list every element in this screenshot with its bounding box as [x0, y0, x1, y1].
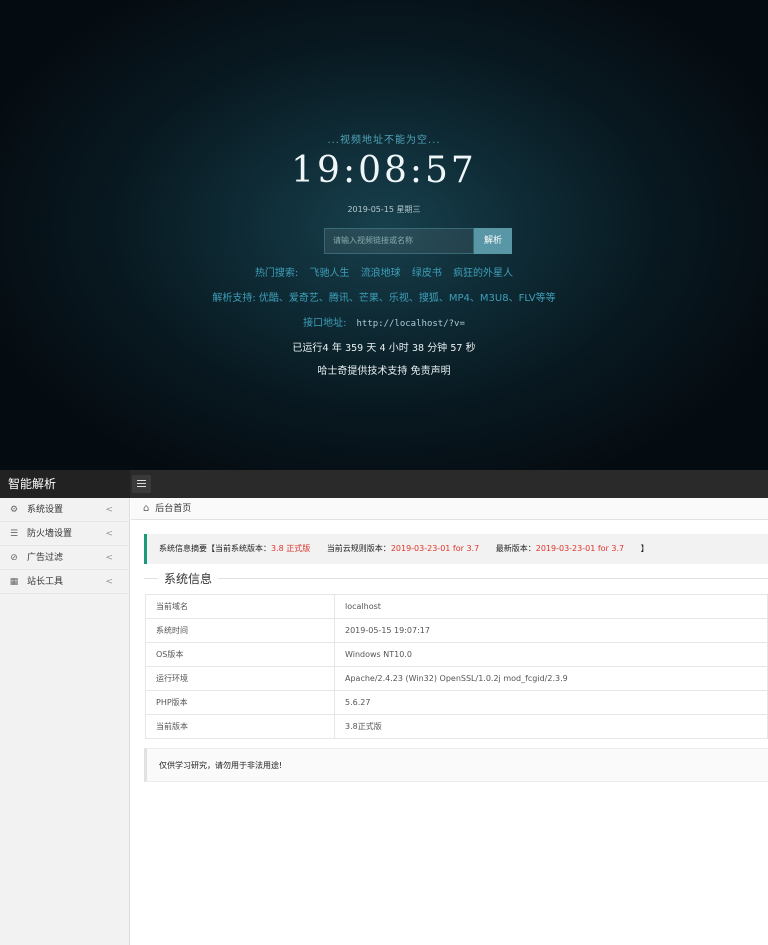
sidebar-item-label: 防火墙设置 — [27, 529, 73, 539]
row-value: Apache/2.4.23 (Win32) OpenSSL/1.0.2j mod… — [334, 666, 768, 691]
parse-hero-panel: ...视频地址不能为空... 19:08:57 2019-05-15 星期三 请… — [0, 0, 768, 470]
filter-icon: ⊘ — [10, 553, 18, 563]
admin-sidebar: ⚙ 系统设置 < ☰ 防火墙设置 < ⊘ 广告过滤 < ▦ 站长工具 < — [0, 498, 130, 945]
home-icon[interactable]: ⌂ — [143, 503, 149, 514]
runtime-seconds: 57 — [450, 343, 463, 354]
credit-line[interactable]: 哈士奇提供技术支持 免责声明 — [0, 362, 768, 377]
runtime-counter: 已运行4 年 359 天 4 小时 38 分钟 57 秒 — [0, 339, 768, 354]
supported-sources: 解析支持: 优酷、爱奇艺、腾讯、芒果、乐视、搜狐、MP4、M3U8、FLV等等 — [212, 293, 556, 304]
admin-topbar: 智能解析 — [0, 470, 768, 498]
chevron-left-icon: < — [105, 577, 113, 587]
sidebar-item-label: 系统设置 — [27, 505, 64, 515]
sidebar-item-webmaster-tools[interactable]: ▦ 站长工具 < — [0, 570, 129, 594]
latest-version-label: 最新版本： — [495, 544, 536, 553]
hot-search-link[interactable]: 绿皮书 — [412, 268, 442, 279]
sidebar-item-ad-filter[interactable]: ⊘ 广告过滤 < — [0, 546, 129, 570]
notice-close-bracket: 】 — [640, 544, 649, 553]
row-value: 3.8正式版 — [334, 714, 768, 739]
row-value: localhost — [334, 594, 768, 619]
grid-icon: ▦ — [9, 577, 19, 587]
notice-title: 系统信息摘要【当前系统版本： — [159, 544, 271, 553]
sidebar-item-label: 广告过滤 — [27, 553, 64, 563]
runtime-hours: 4 — [379, 343, 386, 354]
runtime-minutes: 38 — [411, 343, 424, 354]
hot-search-link[interactable]: 疯狂的外星人 — [453, 268, 513, 279]
sidebar-item-system-settings[interactable]: ⚙ 系统设置 < — [0, 498, 129, 522]
sidebar-item-firewall[interactable]: ☰ 防火墙设置 < — [0, 522, 129, 546]
search-bar: 请输入视频链接或名称 解析 — [324, 228, 512, 254]
latest-version: 2019-03-23-01 for 3.7 — [535, 544, 625, 553]
chevron-left-icon: < — [105, 529, 113, 539]
admin-brand[interactable]: 智能解析 — [0, 470, 130, 498]
breadcrumb-home[interactable]: 后台首页 — [155, 504, 191, 514]
menu-toggle-icon[interactable] — [132, 475, 151, 493]
chevron-left-icon: < — [105, 505, 113, 515]
api-address-row: 接口地址: http://localhost/?v= — [0, 314, 768, 329]
table-row: 运行环境 Apache/2.4.23 (Win32) OpenSSL/1.0.2j… — [145, 666, 768, 691]
table-row: 系统时间 2019-05-15 19:07:17 — [145, 618, 768, 643]
system-summary-notice: 系统信息摘要【当前系统版本：3.8 正式版 当前云规则版本：2019-03-23… — [144, 534, 768, 564]
row-value: 5.6.27 — [334, 690, 768, 715]
runtime-minutes-unit: 分钟 — [427, 343, 448, 354]
row-key: 当前版本 — [145, 714, 335, 739]
gear-icon: ⚙ — [9, 505, 19, 515]
list-icon: ☰ — [9, 529, 19, 539]
row-key: 当前域名 — [145, 594, 335, 619]
disclaimer-note: 仅供学习研究，请勿用于非法用途! — [144, 748, 768, 782]
runtime-seconds-unit: 秒 — [465, 343, 476, 354]
rule-version: 2019-03-23-01 for 3.7 — [390, 544, 480, 553]
row-key: OS版本 — [145, 642, 335, 667]
sidebar-item-label: 站长工具 — [27, 577, 64, 587]
hot-search-link[interactable]: 流浪地球 — [361, 268, 401, 279]
row-value: Windows NT10.0 — [334, 642, 768, 667]
video-url-input[interactable]: 请输入视频链接或名称 — [324, 228, 474, 254]
admin-main: ⌂ 后台首页 系统信息摘要【当前系统版本：3.8 正式版 当前云规则版本：201… — [131, 498, 768, 945]
runtime-hours-unit: 小时 — [388, 343, 409, 354]
runtime-days: 359 — [345, 343, 364, 354]
table-row: PHP版本 5.6.27 — [145, 690, 768, 715]
row-value: 2019-05-15 19:07:17 — [334, 618, 768, 643]
api-url[interactable]: http://localhost/?v= — [357, 319, 465, 329]
table-row: 当前域名 localhost — [145, 594, 768, 619]
chevron-left-icon: < — [105, 553, 113, 563]
digital-clock: 19:08:57 — [291, 150, 477, 191]
runtime-prefix: 已运行4 年 — [292, 343, 342, 354]
hot-search-label: 热门搜索: — [254, 268, 299, 279]
system-info-legend: 系统信息 — [158, 570, 219, 587]
breadcrumb: ⌂ 后台首页 — [131, 498, 768, 520]
row-key: 运行环境 — [145, 666, 335, 691]
current-version: 3.8 正式版 — [271, 544, 311, 553]
runtime-days-unit: 天 — [366, 343, 377, 354]
date-label: 2019-05-15 星期三 — [347, 205, 421, 214]
system-info-table: 当前域名 localhost 系统时间 2019-05-15 19:07:17 OS… — [145, 594, 768, 739]
system-info-fieldset: 系统信息 当前域名 localhost 系统时间 2019-05-15 19:07:… — [144, 570, 768, 740]
row-key: PHP版本 — [145, 690, 335, 715]
empty-url-tip: ...视频地址不能为空... — [327, 135, 441, 146]
parse-button[interactable]: 解析 — [474, 228, 512, 254]
rule-version-label: 当前云规则版本： — [326, 544, 391, 553]
hot-search-link[interactable]: 飞驰人生 — [310, 268, 350, 279]
api-label: 接口地址: — [303, 318, 347, 329]
hot-search-row: 热门搜索: 飞驰人生 流浪地球 绿皮书 疯狂的外星人 — [0, 264, 768, 279]
row-key: 系统时间 — [145, 618, 335, 643]
table-row: OS版本 Windows NT10.0 — [145, 642, 768, 667]
table-row: 当前版本 3.8正式版 — [145, 714, 768, 739]
